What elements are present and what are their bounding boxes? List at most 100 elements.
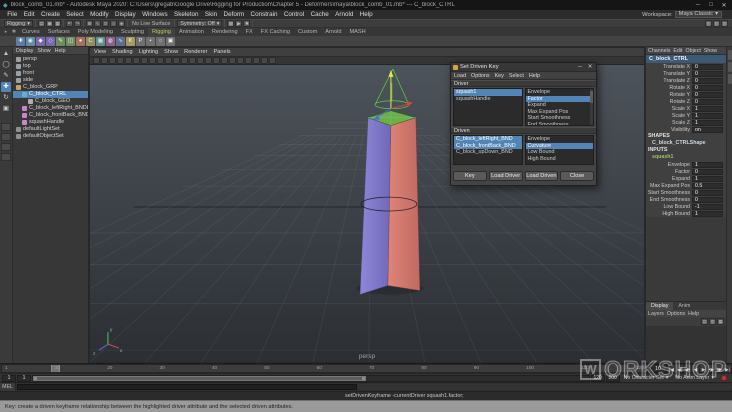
character-set-selector[interactable]: No Character Set ▾ <box>621 375 672 381</box>
bind-skin-icon[interactable]: ◆ <box>36 36 45 46</box>
shelf-tab[interactable]: Surfaces <box>44 28 74 36</box>
make-live-icon[interactable]: ◈ <box>118 20 125 27</box>
scrollbar[interactable] <box>590 89 593 125</box>
list-item[interactable]: squashHandle <box>454 96 522 103</box>
current-frame-field[interactable]: 10 <box>649 364 667 373</box>
minimize-button[interactable]: ─ <box>693 2 703 8</box>
channel-value-field[interactable]: 1 <box>692 105 723 112</box>
lasso-select-tool[interactable]: ◯ <box>1 60 11 70</box>
channel-box-menu[interactable]: Channels <box>648 48 670 54</box>
list-item[interactable]: C_block_upDown_BND <box>454 149 522 156</box>
dialog-button[interactable]: Close <box>560 170 594 181</box>
layer-editor-tab[interactable]: Display <box>646 302 674 310</box>
viewport-menu[interactable]: Shading <box>112 49 133 55</box>
menu-item[interactable]: Deform <box>220 11 247 18</box>
channel-value-field[interactable]: 0 <box>692 77 723 84</box>
gate-mask-icon[interactable] <box>173 57 180 64</box>
field-chart-icon[interactable] <box>181 57 188 64</box>
move-layer-icon[interactable]: ▦ <box>717 318 724 325</box>
channel-box-menu[interactable]: Edit <box>673 48 682 54</box>
new-empty-layer-icon[interactable]: ▤ <box>701 318 708 325</box>
snap-to-point-icon[interactable]: ⊙ <box>102 20 109 27</box>
tool-settings-toggle-icon[interactable]: ▧ <box>713 20 720 27</box>
channel-row[interactable]: Rotate Z 0 <box>646 98 726 105</box>
orient-constraint-icon[interactable]: ○ <box>156 36 165 46</box>
command-input[interactable] <box>17 384 357 390</box>
menu-item[interactable]: Cache <box>307 11 332 18</box>
undo-icon[interactable]: ↶ <box>66 20 73 27</box>
outliner-menu[interactable]: Display <box>16 48 33 54</box>
parent-constraint-icon[interactable]: P <box>136 36 145 46</box>
list-item[interactable]: C_block_leftRight_BND <box>454 136 522 143</box>
use-lights-icon[interactable] <box>229 57 236 64</box>
time-slider[interactable]: 1 10 20 30 40 50 60 70 80 90 100 110 120 10 |◀ ◀| ◀• ◀ ▶… <box>0 363 732 373</box>
camera-attributes-icon[interactable] <box>109 57 116 64</box>
outliner-menu[interactable]: Show <box>37 48 50 54</box>
channel-row[interactable]: Low Bound -1 <box>646 203 726 210</box>
resolution-gate-icon[interactable] <box>165 57 172 64</box>
channel-row[interactable]: Scale Y 1 <box>646 112 726 119</box>
range-slider-track[interactable] <box>32 374 590 382</box>
snap-to-plane-icon[interactable]: ◇ <box>110 20 117 27</box>
channel-row[interactable]: Envelope 1 <box>646 161 726 168</box>
layer-editor-tab[interactable]: Anim <box>673 302 695 310</box>
channel-value-field[interactable]: 0 <box>692 63 723 70</box>
channel-box-toggle-icon[interactable]: ▨ <box>721 20 728 27</box>
close-button[interactable]: ✕ <box>719 2 729 9</box>
shelf-tab[interactable]: Sculpting <box>117 28 148 36</box>
channel-row[interactable]: High Bound 1 <box>646 210 726 217</box>
save-scene-icon[interactable]: ▦ <box>54 20 61 27</box>
go-to-end-button[interactable]: ▶| <box>723 364 732 373</box>
channel-row[interactable]: Start Smoothness 0 <box>646 189 726 196</box>
menu-item[interactable]: Windows <box>139 11 171 18</box>
menu-item[interactable]: File <box>4 11 21 18</box>
shelf-tab[interactable]: FX <box>242 28 257 36</box>
outliner-item[interactable]: persp <box>13 56 88 63</box>
shelf-tab[interactable]: Custom <box>294 28 321 36</box>
channel-box-tab-icon[interactable] <box>727 50 732 60</box>
dialog-menu[interactable]: Options <box>471 73 490 79</box>
animation-end-field[interactable]: 200 <box>605 374 620 382</box>
rotate-tool[interactable]: ↻ <box>1 93 11 103</box>
menu-item[interactable]: Control <box>281 11 308 18</box>
menu-item[interactable]: Select <box>63 11 87 18</box>
tool-settings-tab-icon[interactable] <box>727 74 732 84</box>
dialog-menu[interactable]: Key <box>495 73 504 79</box>
channel-value-field[interactable]: -1 <box>692 203 723 210</box>
channel-value-field[interactable]: 1 <box>692 175 723 182</box>
screen-ao-icon[interactable] <box>245 57 252 64</box>
layer-list[interactable] <box>646 326 726 363</box>
channel-row[interactable]: Visibility on <box>646 126 726 133</box>
viewport-menu[interactable]: View <box>94 49 106 55</box>
film-gate-icon[interactable] <box>157 57 164 64</box>
wrap-deformer-icon[interactable]: ◍ <box>106 36 115 46</box>
column-mesh[interactable] <box>359 110 421 295</box>
menu-item[interactable]: Edit <box>21 11 38 18</box>
viewport-menu[interactable]: Renderer <box>184 49 207 55</box>
channel-value-field[interactable]: 1 <box>692 112 723 119</box>
shelf-tab-switch-icon[interactable]: ▸ <box>2 28 10 36</box>
dialog-minimize-button[interactable]: ─ <box>576 64 584 70</box>
layout-four-pane-button[interactable] <box>1 133 11 141</box>
dialog-menu[interactable]: Help <box>529 73 540 79</box>
outliner-item[interactable]: front <box>13 70 88 77</box>
channel-row[interactable]: Rotate X 0 <box>646 84 726 91</box>
safe-title-icon[interactable] <box>197 57 204 64</box>
textured-icon[interactable] <box>221 57 228 64</box>
layout-single-pane-button[interactable] <box>1 123 11 131</box>
channel-value-field[interactable]: 0 <box>692 84 723 91</box>
channel-box-menu[interactable]: Show <box>704 48 717 54</box>
new-layer-from-selected-icon[interactable]: ▥ <box>709 318 716 325</box>
shelf-tab[interactable]: Animation <box>175 28 208 36</box>
channel-value-field[interactable]: 0 <box>692 70 723 77</box>
create-joint-icon[interactable]: ✚ <box>16 36 25 46</box>
xray-icon[interactable] <box>269 57 276 64</box>
no-live-surface-label[interactable]: No Live Surface <box>130 21 172 27</box>
maximize-button[interactable]: □ <box>706 2 716 8</box>
channel-value-field[interactable]: 1 <box>692 119 723 126</box>
dialog-button[interactable]: Load Driven <box>524 170 559 181</box>
dialog-title-bar[interactable]: Set Driven Key ─ ✕ <box>451 63 596 72</box>
detach-skin-icon[interactable]: ◇ <box>46 36 55 46</box>
blend-shape-icon[interactable]: ● <box>76 36 85 46</box>
dialog-button[interactable]: Load Driver <box>488 170 523 181</box>
